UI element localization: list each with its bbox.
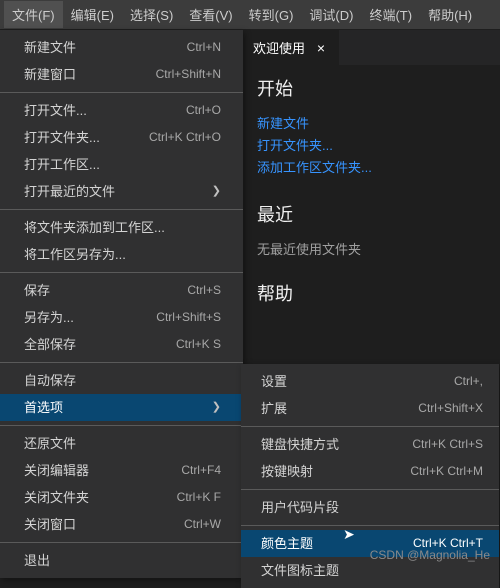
menu-separator	[0, 425, 243, 426]
menu-label: 关闭编辑器	[24, 461, 89, 480]
submenu-item[interactable]: 用户代码片段	[241, 494, 499, 521]
menu-label: 新建窗口	[24, 65, 76, 84]
menu-label: 退出	[24, 551, 50, 570]
submenu-shortcut: Ctrl+K Ctrl+M	[410, 462, 483, 481]
menu-shortcut: Ctrl+K F	[177, 488, 221, 507]
menubar: 文件(F)编辑(E)选择(S)查看(V)转到(G)调试(D)终端(T)帮助(H)	[0, 0, 500, 30]
menu-shortcut: Ctrl+S	[187, 281, 221, 300]
menu-label: 打开文件...	[24, 101, 87, 120]
menu-separator	[241, 525, 499, 526]
menu-item[interactable]: 还原文件	[0, 430, 243, 457]
submenu-item[interactable]: 按键映射 Ctrl+K Ctrl+M	[241, 458, 499, 485]
menu-item[interactable]: 将工作区另存为...	[0, 241, 243, 268]
menu-item[interactable]: 关闭编辑器 Ctrl+F4	[0, 457, 243, 484]
recent-title: 最近	[257, 201, 486, 227]
menu-label: 保存	[24, 281, 50, 300]
submenu-label: 扩展	[261, 399, 287, 418]
menubar-item[interactable]: 文件(F)	[4, 1, 63, 28]
menu-separator	[241, 426, 499, 427]
menubar-item[interactable]: 编辑(E)	[63, 1, 122, 28]
submenu-shortcut: Ctrl+K Ctrl+S	[412, 435, 483, 454]
chevron-right-icon: ❯	[212, 398, 221, 417]
start-links: 新建文件打开文件夹...添加工作区文件夹...	[257, 113, 486, 179]
tab-label: 欢迎使用	[253, 38, 305, 57]
file-menu: 新建文件Ctrl+N新建窗口Ctrl+Shift+N打开文件...Ctrl+O打…	[0, 30, 243, 578]
menubar-item[interactable]: 终端(T)	[361, 1, 420, 28]
menu-separator	[0, 362, 243, 363]
menu-separator	[241, 489, 499, 490]
menu-item[interactable]: 将文件夹添加到工作区...	[0, 214, 243, 241]
menu-label: 另存为...	[24, 308, 74, 327]
menu-shortcut: Ctrl+Shift+N	[156, 65, 221, 84]
menu-item[interactable]: 首选项 ❯	[0, 394, 243, 421]
menu-shortcut: Ctrl+F4	[181, 461, 221, 480]
menu-shortcut: Ctrl+K S	[176, 335, 221, 354]
menu-shortcut: Ctrl+N	[187, 38, 221, 57]
submenu-item[interactable]: 扩展 Ctrl+Shift+X	[241, 395, 499, 422]
menu-label: 打开最近的文件	[24, 182, 115, 201]
menubar-item[interactable]: 查看(V)	[181, 1, 240, 28]
menubar-item[interactable]: 选择(S)	[122, 1, 181, 28]
menubar-item[interactable]: 转到(G)	[241, 1, 302, 28]
submenu-label: 设置	[261, 372, 287, 391]
menu-shortcut: Ctrl+W	[184, 515, 221, 534]
menu-label: 首选项	[24, 398, 63, 417]
menu-item[interactable]: 全部保存 Ctrl+K S	[0, 331, 243, 358]
welcome-link[interactable]: 打开文件夹...	[257, 135, 486, 157]
menubar-item[interactable]: 帮助(H)	[420, 1, 480, 28]
menu-shortcut: Ctrl+Shift+S	[156, 308, 221, 327]
submenu-shortcut: Ctrl+Shift+X	[418, 399, 483, 418]
submenu-label: 按键映射	[261, 462, 313, 481]
menu-item[interactable]: 新建窗口 Ctrl+Shift+N	[0, 61, 243, 88]
submenu-label: 文件图标主题	[261, 561, 339, 580]
submenu-item[interactable]: 设置 Ctrl+,	[241, 368, 499, 395]
menu-label: 全部保存	[24, 335, 76, 354]
menu-label: 新建文件	[24, 38, 76, 57]
welcome-link[interactable]: 添加工作区文件夹...	[257, 157, 486, 179]
menu-label: 还原文件	[24, 434, 76, 453]
menu-label: 关闭文件夹	[24, 488, 89, 507]
submenu-label: 用户代码片段	[261, 498, 339, 517]
submenu-label: 键盘快捷方式	[261, 435, 339, 454]
menu-separator	[0, 92, 243, 93]
submenu-label: 颜色主题	[261, 534, 313, 553]
menu-separator	[0, 272, 243, 273]
menu-label: 打开文件夹...	[24, 128, 100, 147]
menu-item[interactable]: 打开工作区...	[0, 151, 243, 178]
submenu-shortcut: Ctrl+,	[454, 372, 483, 391]
menu-label: 将工作区另存为...	[24, 245, 126, 264]
menu-item[interactable]: 关闭文件夹 Ctrl+K F	[0, 484, 243, 511]
menu-item[interactable]: 另存为... Ctrl+Shift+S	[0, 304, 243, 331]
tab-bar: 欢迎使用 ×	[243, 30, 500, 65]
menu-item[interactable]: 打开文件夹... Ctrl+K Ctrl+O	[0, 124, 243, 151]
menu-item[interactable]: 自动保存	[0, 367, 243, 394]
menu-label: 打开工作区...	[24, 155, 100, 174]
menu-label: 自动保存	[24, 371, 76, 390]
menu-label: 将文件夹添加到工作区...	[24, 218, 165, 237]
tab-welcome[interactable]: 欢迎使用 ×	[243, 30, 339, 65]
menu-label: 关闭窗口	[24, 515, 76, 534]
menu-item[interactable]: 保存 Ctrl+S	[0, 277, 243, 304]
menubar-item[interactable]: 调试(D)	[301, 1, 361, 28]
menu-item[interactable]: 打开文件... Ctrl+O	[0, 97, 243, 124]
watermark: CSDN @Magnolia_He	[370, 548, 490, 562]
submenu-item[interactable]: 键盘快捷方式 Ctrl+K Ctrl+S	[241, 431, 499, 458]
menu-item[interactable]: 打开最近的文件 ❯	[0, 178, 243, 205]
menu-item[interactable]: 关闭窗口 Ctrl+W	[0, 511, 243, 538]
menu-item[interactable]: 新建文件 Ctrl+N	[0, 34, 243, 61]
menu-separator	[0, 209, 243, 210]
help-title: 帮助	[257, 280, 486, 306]
menu-shortcut: Ctrl+K Ctrl+O	[149, 128, 221, 147]
menu-item[interactable]: 退出	[0, 547, 243, 574]
welcome-link[interactable]: 新建文件	[257, 113, 486, 135]
close-icon[interactable]: ×	[313, 40, 329, 56]
menu-shortcut: Ctrl+O	[186, 101, 221, 120]
menu-separator	[0, 542, 243, 543]
chevron-right-icon: ❯	[212, 182, 221, 201]
start-title: 开始	[257, 75, 486, 101]
recent-empty: 无最近使用文件夹	[257, 239, 486, 258]
